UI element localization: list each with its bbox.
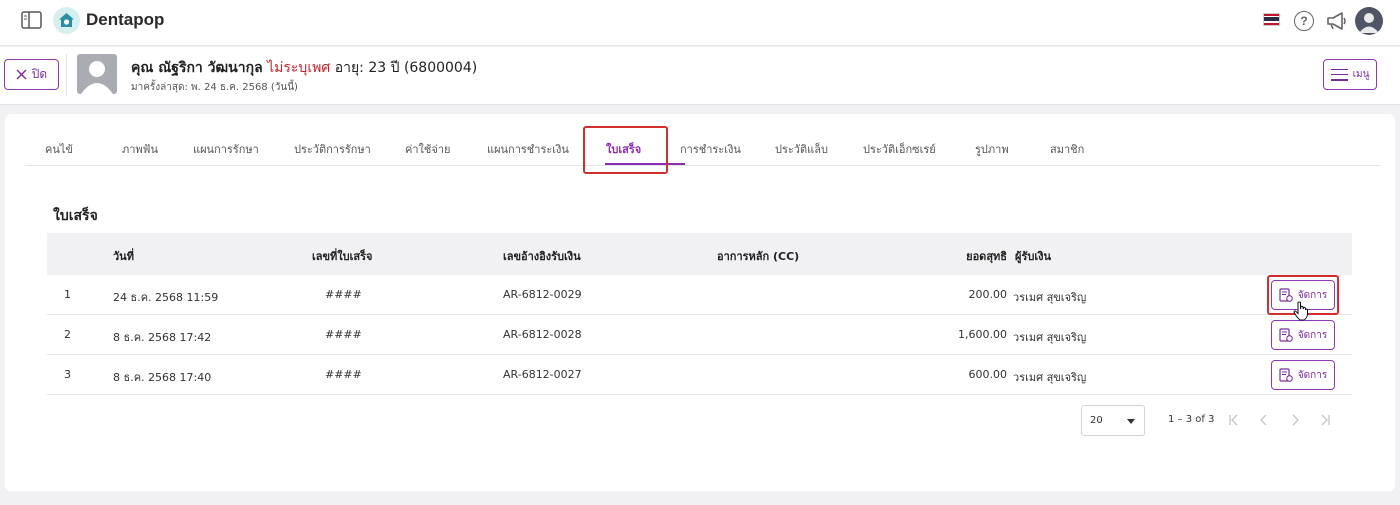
app-name: Dentapop (86, 10, 165, 29)
tab-patient[interactable]: คนไข้ (45, 140, 73, 158)
table-row: 1 24 ธ.ค. 2568 11:59 #### AR-6812-0029 2… (47, 275, 1352, 315)
receipt-manage-icon (1279, 328, 1293, 342)
first-page-icon[interactable] (1227, 413, 1241, 427)
row-receipt-no: #### (325, 288, 362, 301)
home-logo-icon[interactable] (53, 7, 80, 34)
user-avatar-icon[interactable] (1355, 7, 1383, 35)
row-date: 8 ธ.ค. 2568 17:40 (113, 371, 212, 384)
tab-bar: คนไข้ ภาพฟัน แผนการรักษา ประวัติการรักษา… (25, 128, 1380, 166)
col-payment-ref: เลขอ้างอิงรับเงิน (503, 250, 581, 263)
tab-payment-plan[interactable]: แผนการชำระเงิน (487, 140, 569, 158)
row-receiver: วรเมศ สุขเจริญ (1013, 291, 1087, 304)
hamburger-icon (1330, 68, 1348, 81)
thai-flag-icon[interactable] (1263, 13, 1280, 26)
table-header: วันที่ เลขที่ใบเสร็จ เลขอ้างอิงรับเงิน อ… (47, 233, 1352, 275)
col-cc: อาการหลัก (CC) (717, 250, 800, 263)
section-title: ใบเสร็จ (53, 208, 98, 224)
row-index: 3 (64, 368, 71, 381)
tab-xray-history[interactable]: ประวัติเอ็กซเรย์ (863, 140, 936, 158)
page-size-select[interactable]: 20 (1081, 405, 1145, 436)
table-row: 2 8 ธ.ค. 2568 17:42 #### AR-6812-0028 1,… (47, 315, 1352, 355)
patient-name: คุณ ณัฐริกา วัฒนากุล (131, 60, 263, 76)
last-visit: มาครั้งล่าสุด: พ. 24 ธ.ค. 2568 (วันนี้) (131, 82, 298, 93)
close-button[interactable]: ปิด (4, 59, 59, 90)
patient-age: อายุ: 23 ปี (334, 60, 400, 76)
chevron-down-icon (1127, 419, 1135, 424)
patient-header: ปิด คุณ ณัฐริกา วัฒนากุล ไม่ระบุเพศ อายุ… (0, 47, 1400, 105)
tab-members[interactable]: สมาชิก (1050, 140, 1084, 158)
row-payment-ref: AR-6812-0028 (503, 328, 582, 341)
tab-lab-history[interactable]: ประวัติแล็บ (775, 140, 828, 158)
pagination-range: 1 – 3 of 3 (1168, 414, 1215, 425)
tab-dental-chart[interactable]: ภาพฟัน (122, 140, 158, 158)
col-receipt-no: เลขที่ใบเสร็จ (312, 250, 373, 263)
col-receiver: ผู้รับเงิน (1015, 250, 1051, 263)
row-date: 24 ธ.ค. 2568 11:59 (113, 291, 219, 304)
col-net: ยอดสุทธิ (966, 250, 1007, 263)
menu-button[interactable]: เมนู (1323, 59, 1377, 90)
menu-label: เมนู (1352, 69, 1370, 80)
top-bar: Dentapop ? (0, 0, 1400, 46)
row-net: 1,600.00 (958, 328, 1007, 341)
row-net: 600.00 (968, 368, 1008, 381)
page-size-value: 20 (1090, 415, 1103, 426)
tab-treatment-plan[interactable]: แผนการรักษา (193, 140, 259, 158)
row-receipt-no: #### (325, 328, 362, 341)
row-date: 8 ธ.ค. 2568 17:42 (113, 331, 212, 344)
tab-images[interactable]: รูปภาพ (975, 140, 1009, 158)
row-receipt-no: #### (325, 368, 362, 381)
row-payment-ref: AR-6812-0029 (503, 288, 582, 301)
patient-info: คุณ ณัฐริกา วัฒนากุล ไม่ระบุเพศ อายุ: 23… (131, 57, 477, 79)
divider (66, 54, 67, 96)
patient-gender: ไม่ระบุเพศ (267, 60, 331, 76)
row-receiver: วรเมศ สุขเจริญ (1013, 371, 1087, 384)
row-receiver: วรเมศ สุขเจริญ (1013, 331, 1087, 344)
help-icon[interactable]: ? (1294, 11, 1314, 31)
table-row: 3 8 ธ.ค. 2568 17:40 #### AR-6812-0027 60… (47, 355, 1352, 395)
megaphone-icon[interactable] (1326, 11, 1348, 31)
close-icon (16, 69, 27, 80)
manage-label: จัดการ (1297, 369, 1328, 381)
manage-label: จัดการ (1297, 329, 1328, 341)
tab-payments[interactable]: การชำระเงิน (680, 140, 741, 158)
row-index: 1 (64, 288, 71, 301)
row-index: 2 (64, 328, 71, 341)
last-page-icon[interactable] (1318, 413, 1332, 427)
row-net: 200.00 (968, 288, 1008, 301)
tab-expenses[interactable]: ค่าใช้จ่าย (405, 140, 450, 158)
next-page-icon[interactable] (1288, 413, 1302, 427)
col-date: วันที่ (113, 250, 134, 263)
prev-page-icon[interactable] (1257, 413, 1271, 427)
hand-cursor-icon (1293, 301, 1308, 321)
patient-hn: (6800004) (403, 60, 478, 76)
row-payment-ref: AR-6812-0027 (503, 368, 582, 381)
receipt-manage-icon (1279, 368, 1293, 382)
tab-treatment-history[interactable]: ประวัติการรักษา (294, 140, 371, 158)
sidebar-toggle-icon[interactable] (21, 11, 42, 29)
main-card: คนไข้ ภาพฟัน แผนการรักษา ประวัติการรักษา… (5, 114, 1395, 491)
close-label: ปิด (31, 67, 48, 81)
receipts-table: วันที่ เลขที่ใบเสร็จ เลขอ้างอิงรับเงิน อ… (47, 233, 1352, 395)
patient-avatar (77, 54, 117, 94)
manage-button[interactable]: จัดการ (1271, 320, 1335, 350)
manage-button[interactable]: จัดการ (1271, 360, 1335, 390)
highlight-box-tab (583, 126, 668, 174)
